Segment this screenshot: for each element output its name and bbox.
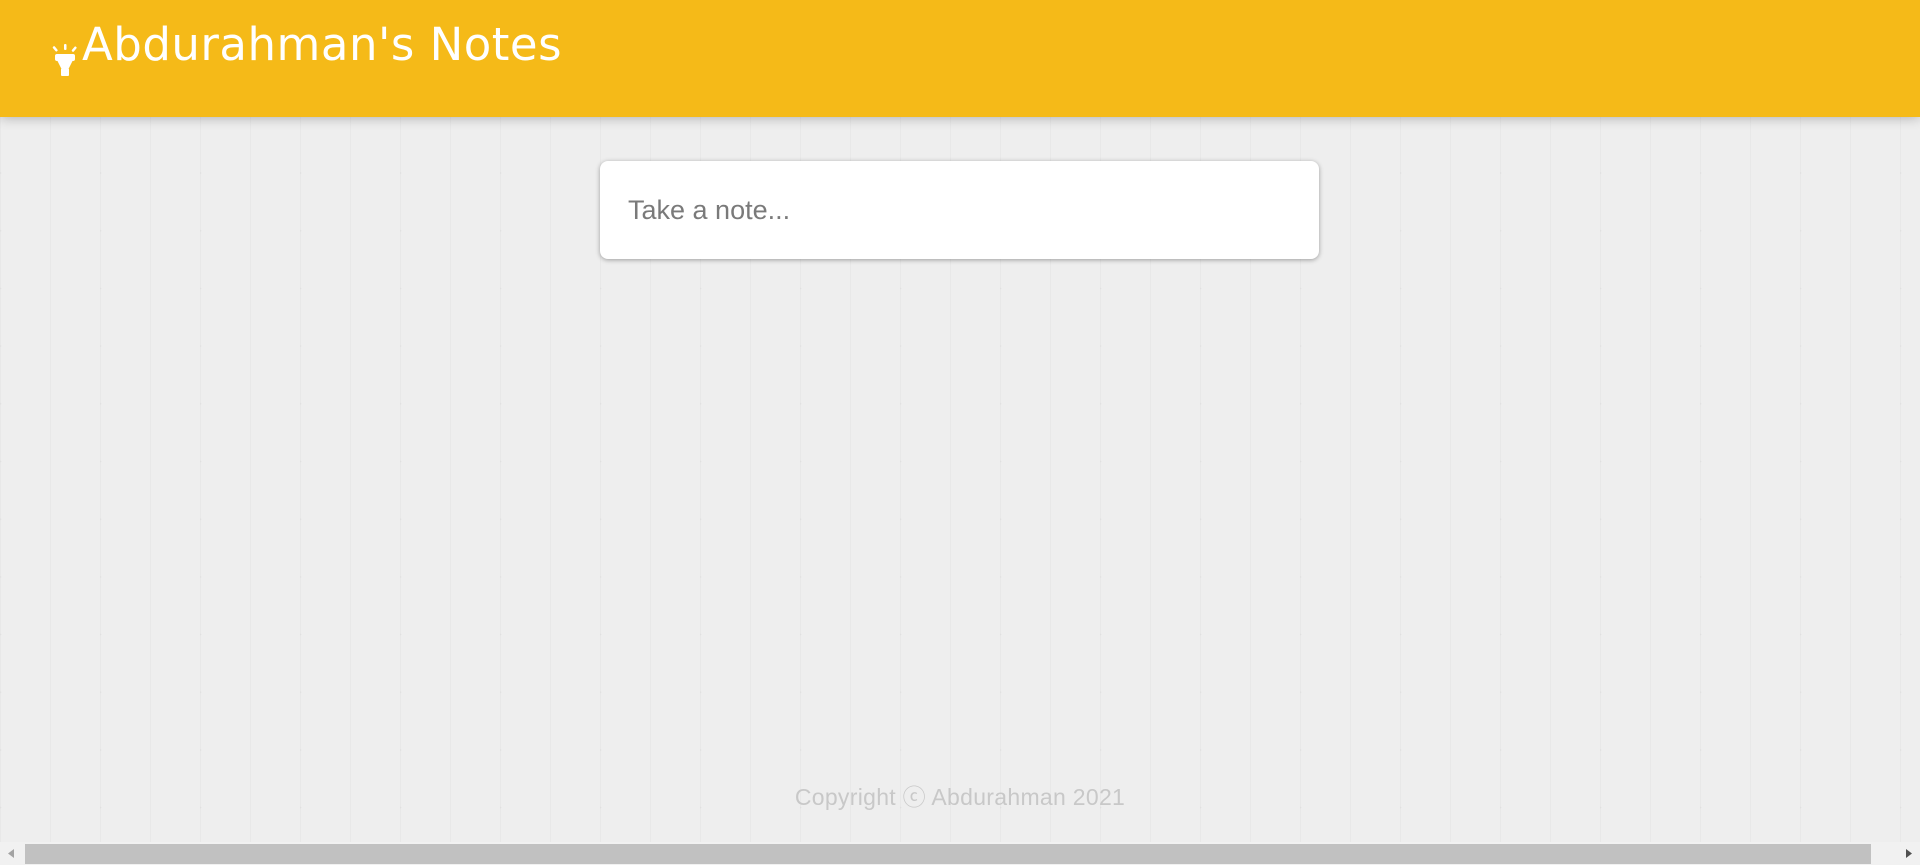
scroll-left-arrow-icon[interactable] bbox=[0, 842, 23, 865]
lightbulb-icon bbox=[52, 43, 77, 76]
take-note-input[interactable] bbox=[628, 189, 1288, 231]
footer-copyright: Copyright ⓒ Abdurahman 2021 bbox=[794, 784, 1126, 810]
app-header: Abdurahman's Notes bbox=[0, 0, 1920, 117]
scrollbar-thumb[interactable] bbox=[25, 844, 1871, 864]
note-composer[interactable] bbox=[600, 161, 1319, 259]
app-title: Abdurahman's Notes bbox=[82, 17, 563, 71]
horizontal-scrollbar[interactable] bbox=[0, 842, 1920, 865]
scroll-right-arrow-icon[interactable] bbox=[1897, 842, 1920, 865]
